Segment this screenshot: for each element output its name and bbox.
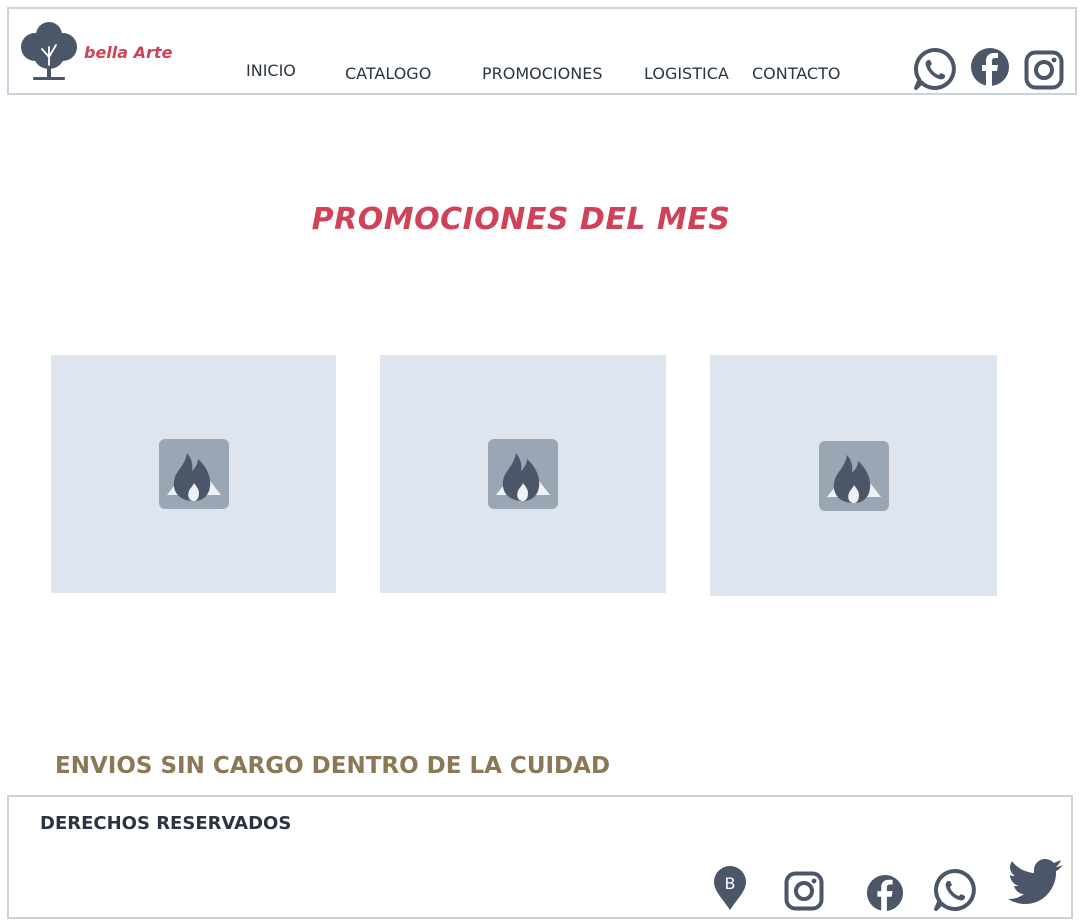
instagram-icon[interactable] [1024,50,1064,94]
instagram-icon[interactable] [784,871,824,915]
whatsapp-icon[interactable] [913,47,957,95]
site-header: bella Arte INICIO CATALOGO PROMOCIONES L… [7,7,1077,95]
svg-text:B: B [725,874,736,893]
promo-card[interactable] [380,355,666,593]
tree-logo-icon[interactable] [19,17,79,87]
nav-logistica[interactable]: LOGISTICA [644,64,729,83]
site-footer: DERECHOS RESERVADOS B [7,795,1073,919]
facebook-icon[interactable] [866,874,904,916]
location-b-icon[interactable]: B [712,865,748,915]
facebook-icon[interactable] [970,47,1010,91]
whatsapp-icon[interactable] [933,868,977,916]
image-placeholder-icon [488,439,558,509]
image-placeholder-icon [158,439,229,509]
nav-contacto[interactable]: CONTACTO [752,64,840,83]
page-title: PROMOCIONES DEL MES [311,202,731,237]
image-placeholder-icon [818,440,889,511]
brand-name[interactable]: bella Arte [84,43,172,62]
shipping-note: ENVIOS SIN CARGO DENTRO DE LA CUIDAD [55,753,611,779]
nav-promociones[interactable]: PROMOCIONES [482,64,602,83]
nav-catalogo[interactable]: CATALOGO [345,64,431,83]
nav-inicio[interactable]: INICIO [246,61,296,80]
page: bella Arte INICIO CATALOGO PROMOCIONES L… [0,0,1080,924]
promo-card[interactable] [51,355,336,593]
twitter-icon[interactable] [1008,859,1064,911]
promo-card[interactable] [710,355,997,596]
rights-text: DERECHOS RESERVADOS [40,813,292,834]
